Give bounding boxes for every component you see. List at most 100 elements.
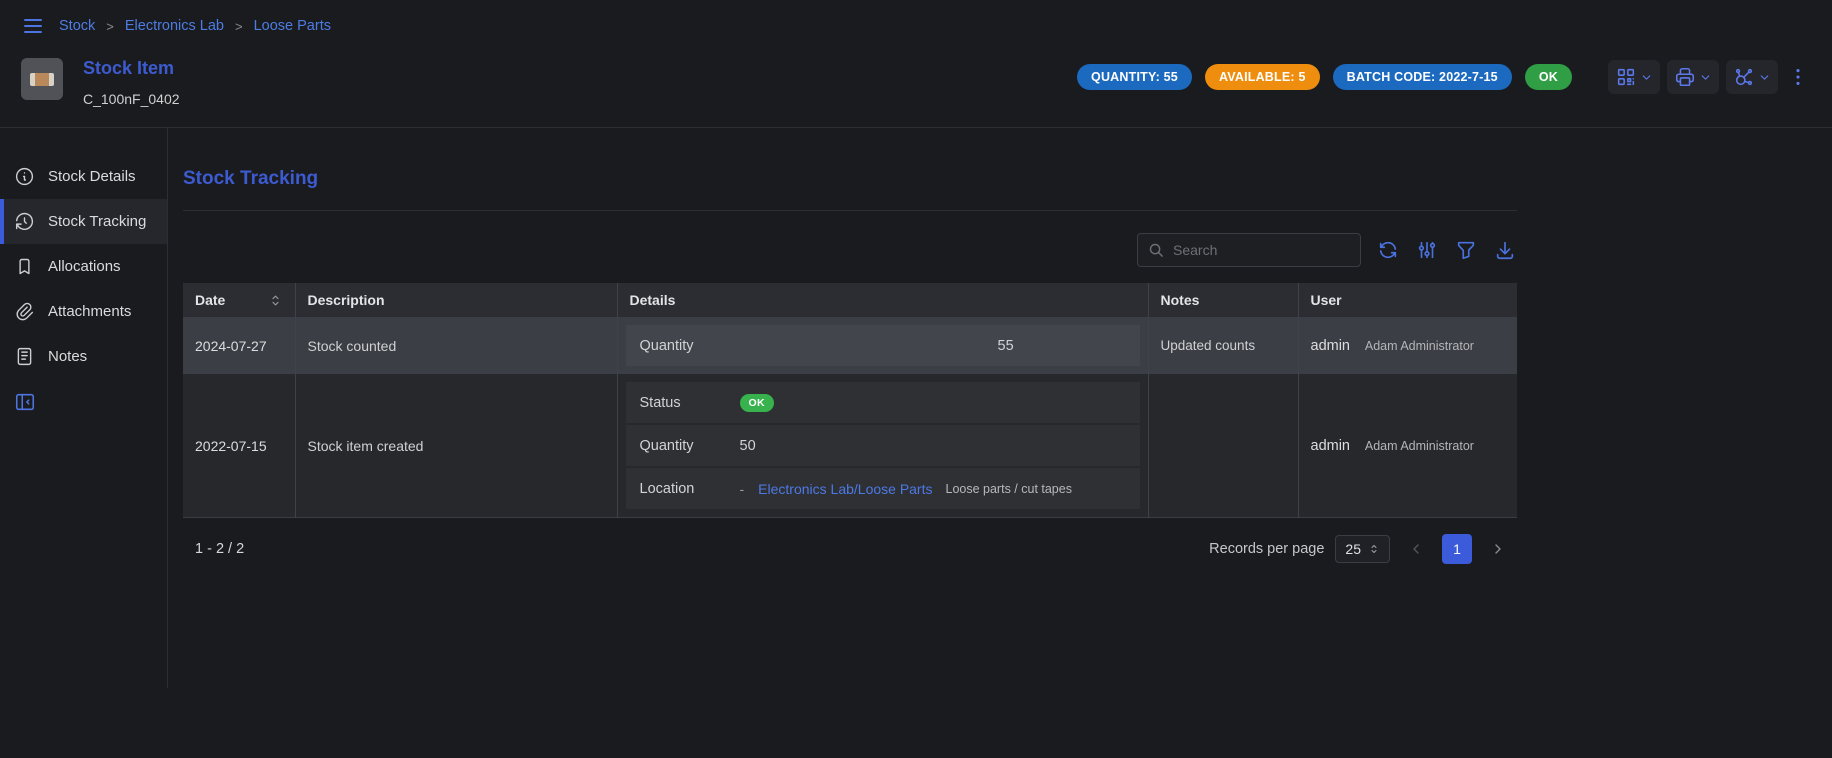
column-label: Details bbox=[630, 292, 676, 308]
records-per-page-label: Records per page bbox=[1209, 541, 1324, 557]
sidebar-item-label: Notes bbox=[48, 348, 87, 365]
quantity-badge: QUANTITY: 55 bbox=[1077, 64, 1192, 90]
bookmark-icon bbox=[14, 256, 35, 277]
search-icon bbox=[1148, 242, 1165, 259]
chevron-down-icon bbox=[1758, 71, 1771, 84]
detail-key: Status bbox=[640, 395, 740, 411]
page-title: Stock Item bbox=[83, 58, 180, 79]
next-page-button[interactable] bbox=[1483, 534, 1513, 564]
location-link[interactable]: Electronics Lab/Loose Parts bbox=[758, 481, 932, 497]
location-dash: - bbox=[740, 481, 745, 497]
sidebar-item-stock-tracking[interactable]: Stock Tracking bbox=[0, 199, 167, 244]
breadcrumb-loose-parts[interactable]: Loose Parts bbox=[254, 18, 331, 34]
paperclip-icon bbox=[14, 301, 35, 322]
sidebar-item-attachments[interactable]: Attachments bbox=[0, 289, 167, 334]
detail-quantity-row: Quantity 55 bbox=[626, 325, 1140, 366]
status-badges: QUANTITY: 55 AVAILABLE: 5 BATCH CODE: 20… bbox=[1077, 64, 1572, 90]
sidebar-item-notes[interactable]: Notes bbox=[0, 334, 167, 379]
username: admin bbox=[1311, 438, 1351, 454]
main-panel: Stock Tracking bbox=[168, 128, 1517, 688]
sidebar-item-stock-details[interactable]: Stock Details bbox=[0, 154, 167, 199]
user-fullname: Adam Administrator bbox=[1365, 339, 1474, 353]
sidebar-item-label: Stock Details bbox=[48, 168, 136, 185]
table-header-row: Date Description Details Notes User bbox=[183, 283, 1517, 317]
topbar: Stock > Electronics Lab > Loose Parts bbox=[0, 0, 1832, 46]
title-block: Stock Item C_100nF_0402 bbox=[83, 58, 180, 107]
qrcode-icon bbox=[1615, 66, 1637, 88]
stock-actions-button[interactable] bbox=[1726, 60, 1778, 94]
table-row[interactable]: 2022-07-15 Stock item created Status OK … bbox=[183, 374, 1517, 518]
user-cell: admin Adam Administrator bbox=[1298, 317, 1517, 374]
history-icon bbox=[14, 211, 35, 232]
search-box bbox=[1137, 233, 1361, 267]
info-icon bbox=[14, 166, 35, 187]
dots-vertical-icon bbox=[1787, 66, 1809, 88]
description-cell: Stock counted bbox=[295, 317, 617, 374]
detail-key: Location bbox=[640, 481, 740, 497]
previous-page-button[interactable] bbox=[1401, 534, 1431, 564]
available-badge: AVAILABLE: 5 bbox=[1205, 64, 1320, 90]
sidebar-item-label: Stock Tracking bbox=[48, 213, 146, 230]
breadcrumb-stock[interactable]: Stock bbox=[59, 18, 95, 34]
sidebar-item-allocations[interactable]: Allocations bbox=[0, 244, 167, 289]
status-ok-badge: OK bbox=[1525, 64, 1572, 90]
sidebar-collapse-icon bbox=[14, 391, 36, 413]
download-button[interactable] bbox=[1493, 238, 1517, 262]
column-label: Date bbox=[195, 292, 225, 308]
stock-tracking-table: Date Description Details Notes User 2024… bbox=[183, 283, 1517, 518]
menu-icon[interactable] bbox=[21, 14, 45, 38]
column-label: Notes bbox=[1161, 292, 1200, 308]
print-actions-button[interactable] bbox=[1667, 60, 1719, 94]
stock-operations-icon bbox=[1733, 66, 1755, 88]
sidebar: Stock Details Stock Tracking Allocations… bbox=[0, 128, 167, 688]
status-ok-badge: OK bbox=[740, 394, 774, 412]
download-icon bbox=[1494, 239, 1516, 261]
chevron-down-icon bbox=[1640, 71, 1653, 84]
detail-quantity-row: Quantity 50 bbox=[626, 425, 1140, 466]
table-row[interactable]: 2024-07-27 Stock counted Quantity 55 Upd… bbox=[183, 317, 1517, 374]
stock-item-header: Stock Item C_100nF_0402 QUANTITY: 55 AVA… bbox=[0, 46, 1832, 127]
batch-code-badge: BATCH CODE: 2022-7-15 bbox=[1333, 64, 1512, 90]
date-cell: 2024-07-27 bbox=[183, 317, 295, 374]
column-header-description[interactable]: Description bbox=[295, 283, 617, 317]
filter-button[interactable] bbox=[1454, 238, 1478, 262]
column-header-user[interactable]: User bbox=[1298, 283, 1517, 317]
chevron-down-icon bbox=[1699, 71, 1712, 84]
column-header-notes[interactable]: Notes bbox=[1148, 283, 1298, 317]
more-options-button[interactable] bbox=[1785, 62, 1811, 92]
detail-location-row: Location - Electronics Lab/Loose Parts L… bbox=[626, 468, 1140, 509]
content: Stock Details Stock Tracking Allocations… bbox=[0, 128, 1832, 688]
breadcrumb-separator: > bbox=[235, 19, 243, 34]
record-range: 1 - 2 / 2 bbox=[195, 541, 244, 557]
pagination-controls: Records per page 25 1 bbox=[1209, 534, 1513, 564]
barcode-actions-button[interactable] bbox=[1608, 60, 1660, 94]
column-settings-button[interactable] bbox=[1415, 238, 1439, 262]
refresh-button[interactable] bbox=[1376, 238, 1400, 262]
column-label: User bbox=[1311, 292, 1342, 308]
username: admin bbox=[1311, 338, 1351, 354]
capacitor-image bbox=[30, 73, 54, 86]
breadcrumb-electronics-lab[interactable]: Electronics Lab bbox=[125, 18, 224, 34]
table-footer: 1 - 2 / 2 Records per page 25 1 bbox=[183, 534, 1517, 564]
detail-value: 50 bbox=[740, 438, 756, 454]
records-per-page-select[interactable]: 25 bbox=[1335, 535, 1390, 563]
date-cell: 2022-07-15 bbox=[183, 374, 295, 518]
notes-cell bbox=[1148, 374, 1298, 518]
column-header-details[interactable]: Details bbox=[617, 283, 1148, 317]
printer-icon bbox=[1674, 66, 1696, 88]
records-per-page-value: 25 bbox=[1345, 541, 1361, 557]
stock-item-thumbnail[interactable] bbox=[21, 58, 63, 100]
column-header-date[interactable]: Date bbox=[183, 283, 295, 317]
section-divider bbox=[183, 210, 1517, 211]
detail-key: Quantity bbox=[640, 438, 740, 454]
location-description: Loose parts / cut tapes bbox=[946, 482, 1072, 496]
search-input[interactable] bbox=[1173, 242, 1350, 258]
adjustments-icon bbox=[1416, 239, 1438, 261]
breadcrumb-separator: > bbox=[106, 19, 114, 34]
page-1-button[interactable]: 1 bbox=[1442, 534, 1472, 564]
description-cell: Stock item created bbox=[295, 374, 617, 518]
filter-icon bbox=[1455, 239, 1477, 261]
sidebar-collapse-button[interactable] bbox=[12, 389, 38, 415]
details-cell: Status OK Quantity 50 Location - Electro… bbox=[617, 374, 1148, 518]
notes-cell: Updated counts bbox=[1148, 317, 1298, 374]
